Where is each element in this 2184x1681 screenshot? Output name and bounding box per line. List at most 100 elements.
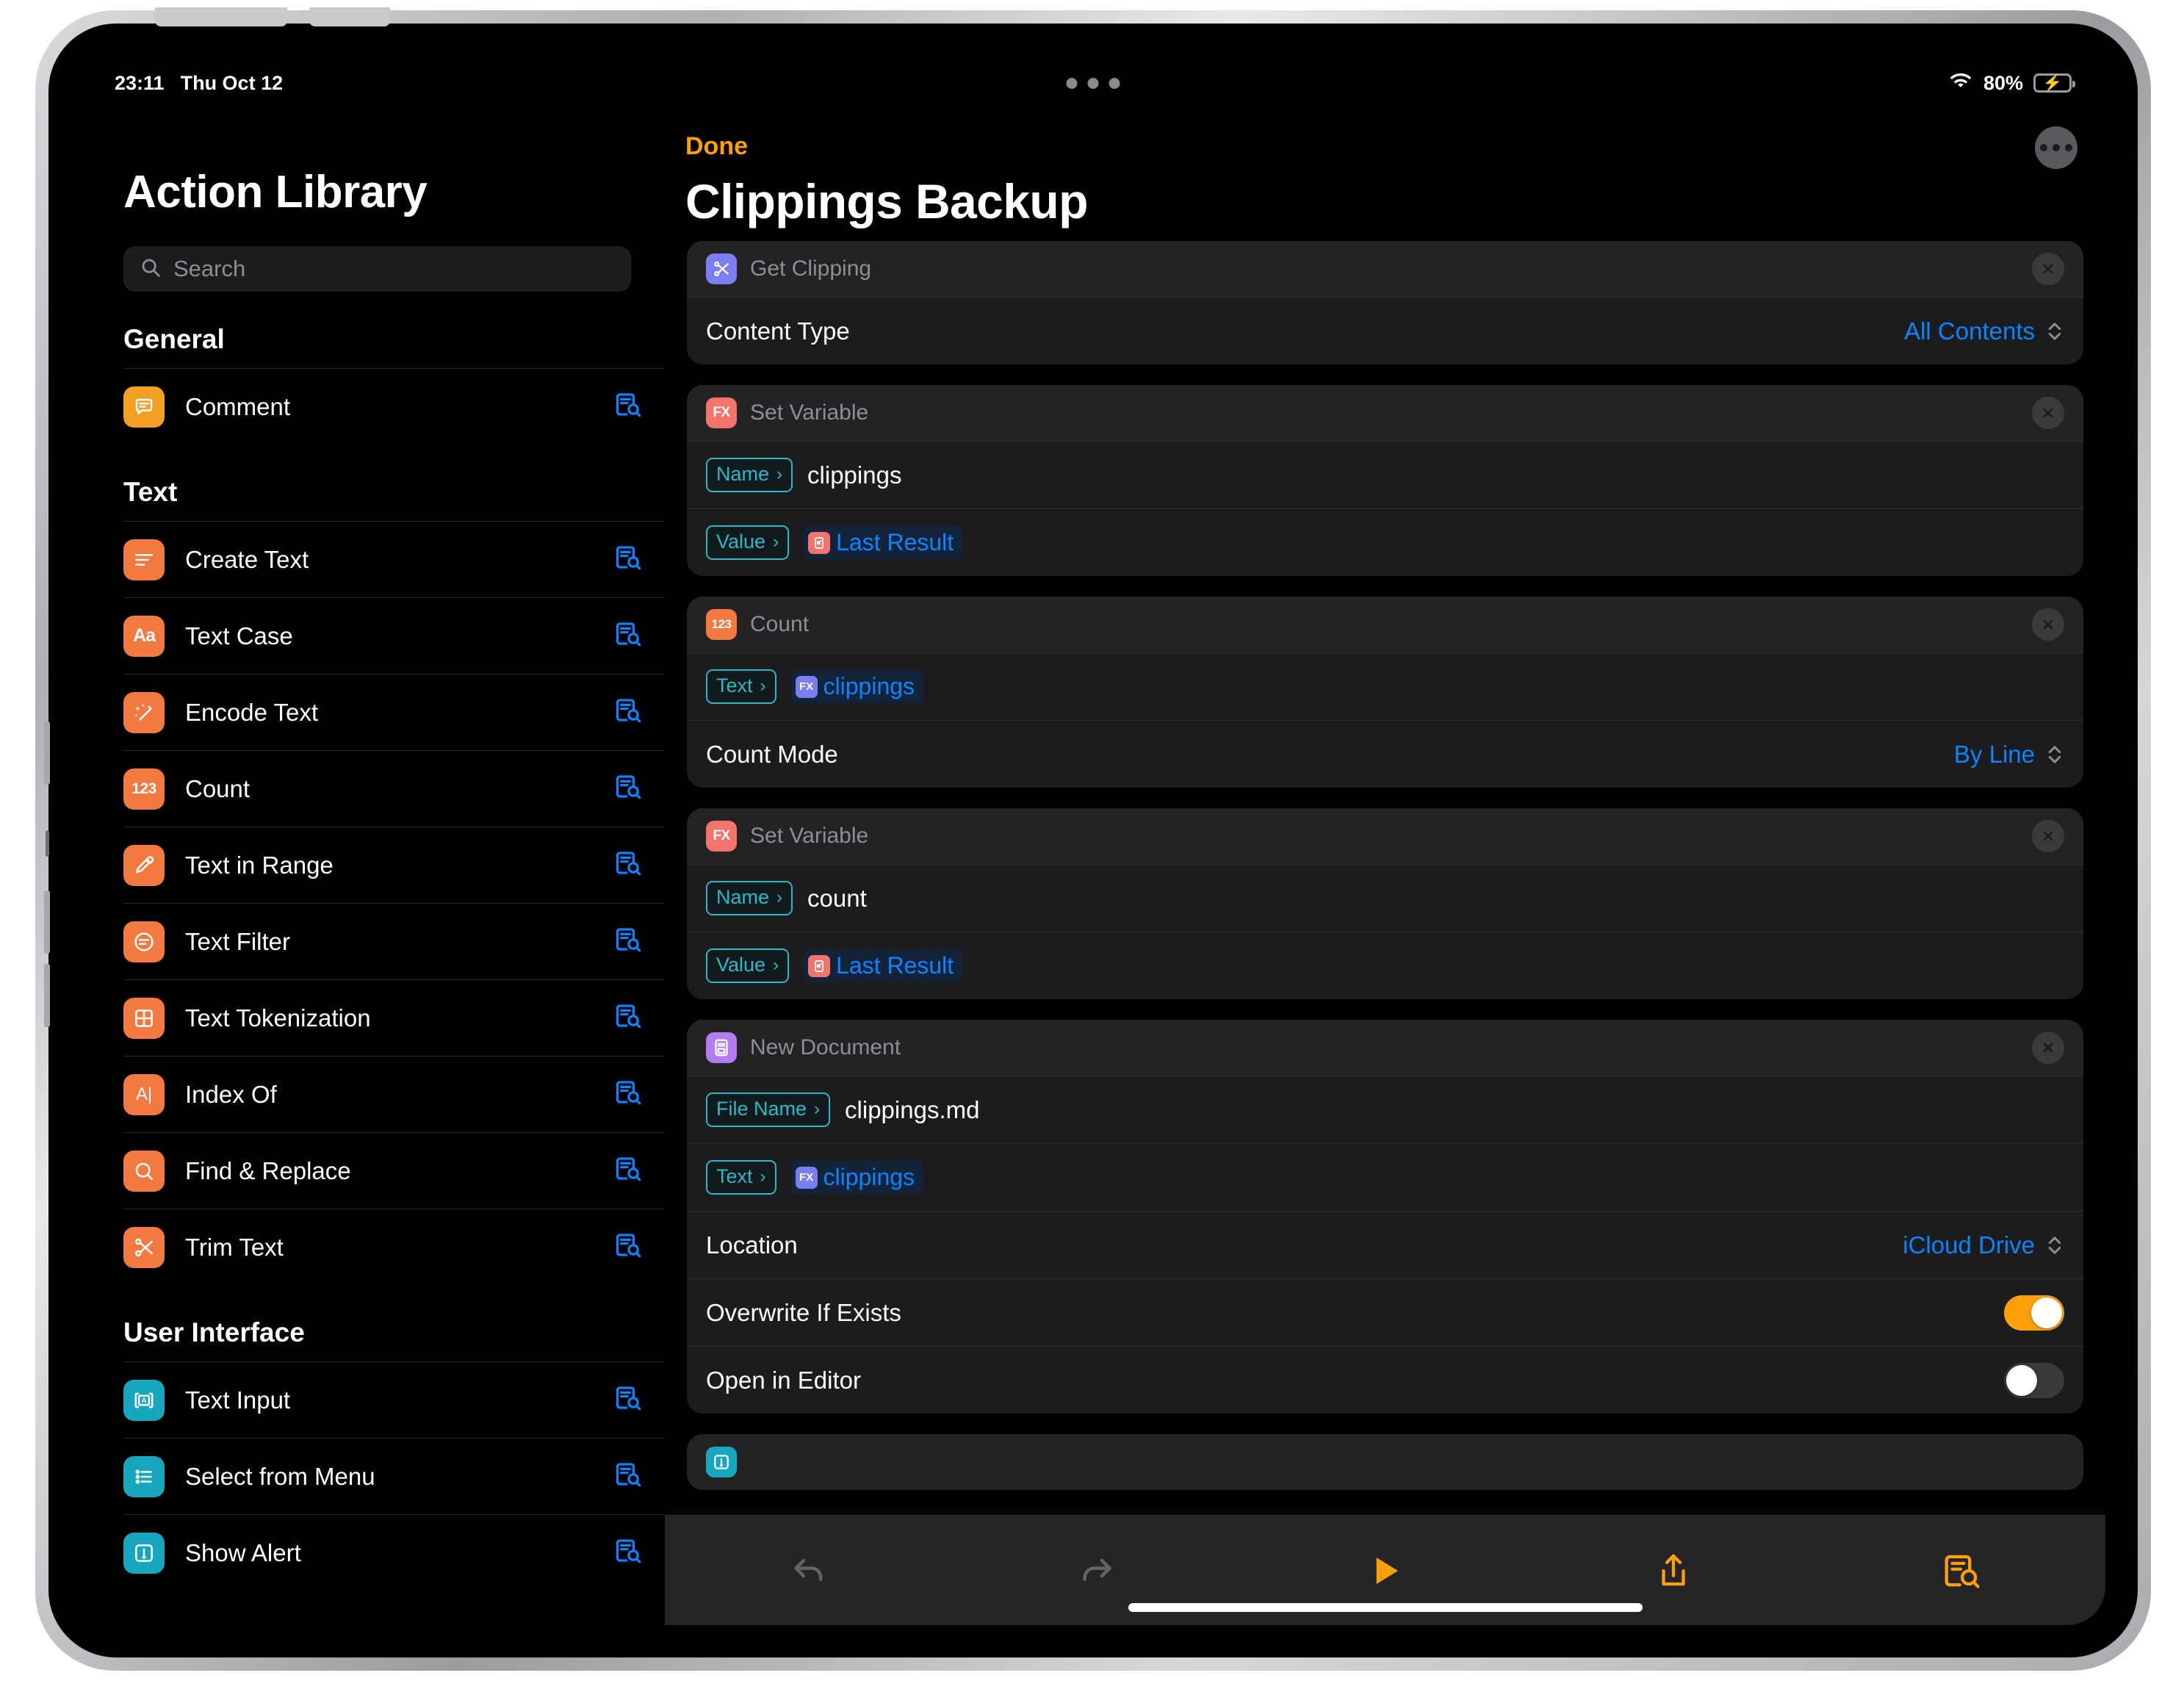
- parameter-row[interactable]: Text › FX clippings: [687, 1143, 2083, 1211]
- close-circle-icon[interactable]: [2032, 397, 2064, 429]
- stepper-chevrons-icon[interactable]: [2045, 1233, 2064, 1258]
- doc-search-icon[interactable]: [613, 1536, 643, 1569]
- redo-button[interactable]: [1053, 1538, 1141, 1604]
- multitasking-dots-button[interactable]: [1066, 77, 1120, 89]
- parameter-value[interactable]: count: [807, 885, 867, 913]
- parameter-value[interactable]: clippings: [807, 461, 901, 489]
- action-card[interactable]: Get Clipping Content Type All Contents: [687, 241, 2083, 364]
- toggle-row[interactable]: Overwrite If Exists: [687, 1278, 2083, 1346]
- variable-chip[interactable]: FX clippings: [790, 670, 924, 703]
- parameter-pill-label: Value: [716, 530, 766, 552]
- run-button[interactable]: [1341, 1538, 1429, 1604]
- sidebar-item-text-tokenization[interactable]: Text Tokenization: [123, 979, 665, 1056]
- variable-chip[interactable]: Last Result: [804, 526, 963, 559]
- picker-row[interactable]: Location iCloud Drive: [687, 1211, 2083, 1278]
- action-card-partial[interactable]: [687, 1434, 2083, 1490]
- sidebar-item-comment[interactable]: Comment: [123, 368, 665, 444]
- stepper-chevrons-icon[interactable]: [2045, 742, 2064, 767]
- sidebar-item-select-from-menu[interactable]: Select from Menu: [123, 1438, 665, 1514]
- parameter-row[interactable]: Value › Last Result: [687, 508, 2083, 576]
- doc-search-icon[interactable]: [613, 1078, 643, 1111]
- parameter-row[interactable]: Name › clippings: [687, 441, 2083, 508]
- library-button[interactable]: [1917, 1538, 2005, 1604]
- doc-search-icon[interactable]: [613, 619, 643, 652]
- picker-row[interactable]: Content Type All Contents: [687, 297, 2083, 364]
- doc-search-icon[interactable]: [613, 1001, 643, 1034]
- toggle-row[interactable]: Open in Editor: [687, 1346, 2083, 1414]
- variable-chip[interactable]: Last Result: [804, 949, 963, 982]
- done-button[interactable]: Done: [685, 132, 748, 161]
- sidebar-item-text-filter[interactable]: Text Filter: [123, 903, 665, 979]
- close-circle-icon[interactable]: [2032, 1032, 2064, 1064]
- sidebar-item-trim-text[interactable]: Trim Text: [123, 1209, 665, 1285]
- action-card[interactable]: 123 Count Text › FX clippings Count Mode By Lin…: [687, 597, 2083, 788]
- search-input[interactable]: Search: [123, 246, 631, 292]
- sidebar-item-text-in-range[interactable]: Text in Range: [123, 827, 665, 903]
- doc-search-icon[interactable]: [613, 925, 643, 958]
- sidebar-item-find-replace[interactable]: Find & Replace: [123, 1132, 665, 1209]
- action-card-header[interactable]: Get Clipping: [687, 241, 2083, 297]
- sidebar-item-count[interactable]: 123 Count: [123, 750, 665, 827]
- variable-chip[interactable]: FX clippings: [790, 1161, 924, 1194]
- doc-search-icon[interactable]: [613, 1460, 643, 1493]
- sidebar-item-text-input[interactable]: A Text Input: [123, 1361, 665, 1438]
- action-card-header[interactable]: 123 Count: [687, 597, 2083, 652]
- parameter-pill[interactable]: Value ›: [706, 525, 790, 560]
- doc-search-icon[interactable]: [613, 849, 643, 882]
- parameter-row[interactable]: Value › Last Result: [687, 932, 2083, 999]
- toggle-switch[interactable]: [2004, 1362, 2064, 1398]
- parameter-pill[interactable]: File Name ›: [706, 1093, 831, 1127]
- parameter-pill[interactable]: Name ›: [706, 458, 793, 492]
- close-circle-icon[interactable]: [2032, 608, 2064, 641]
- parameter-pill-label: File Name: [716, 1098, 807, 1120]
- undo-button[interactable]: [765, 1538, 853, 1604]
- picker-value[interactable]: iCloud Drive: [1903, 1231, 2064, 1259]
- action-card[interactable]: FX Set Variable Name › clippings Value › Last R…: [687, 385, 2083, 576]
- action-card[interactable]: New Document File Name › clippings.md Text › F…: [687, 1020, 2083, 1414]
- action-card[interactable]: FX Set Variable Name › count Value › Last Resul…: [687, 808, 2083, 999]
- doc-search-icon[interactable]: [613, 543, 643, 576]
- status-bar-left: 23:11 Thu Oct 12: [115, 72, 283, 95]
- status-bar: 23:11 Thu Oct 12 80% ⚡: [81, 56, 2105, 110]
- action-card-header[interactable]: New Document: [687, 1020, 2083, 1076]
- doc-search-icon[interactable]: [613, 1154, 643, 1187]
- parameter-row[interactable]: File Name › clippings.md: [687, 1076, 2083, 1143]
- doc-search-icon[interactable]: [613, 1231, 643, 1264]
- action-card-header[interactable]: [687, 1434, 2083, 1490]
- parameter-pill[interactable]: Text ›: [706, 1160, 776, 1195]
- parameter-pill[interactable]: Text ›: [706, 669, 776, 704]
- volume-extra-button[interactable]: [44, 964, 50, 1027]
- volume-down-button[interactable]: [44, 890, 50, 954]
- home-indicator[interactable]: [1128, 1603, 1643, 1612]
- more-dot-1: [2040, 144, 2047, 151]
- volume-up-button[interactable]: [44, 721, 50, 785]
- sidebar-item-encode-text[interactable]: Encode Text: [123, 674, 665, 750]
- parameter-pill[interactable]: Value ›: [706, 949, 790, 983]
- doc-search-icon[interactable]: [613, 1383, 643, 1417]
- sidebar-item-index-of[interactable]: A| Index Of: [123, 1056, 665, 1132]
- toggle-switch[interactable]: [2004, 1295, 2064, 1331]
- share-button[interactable]: [1629, 1538, 1718, 1604]
- parameter-row[interactable]: Text › FX clippings: [687, 652, 2083, 720]
- parameter-row[interactable]: Name › count: [687, 864, 2083, 932]
- action-card-header[interactable]: FX Set Variable: [687, 385, 2083, 441]
- doc-search-icon[interactable]: [613, 696, 643, 729]
- sidebar-item-text-case[interactable]: Aa Text Case: [123, 597, 665, 674]
- chevron-right-icon: ›: [773, 531, 779, 552]
- action-cards-scroll-area[interactable]: Get Clipping Content Type All Contents FX Se…: [665, 241, 2105, 1625]
- picker-value[interactable]: All Contents: [1904, 317, 2064, 345]
- picker-value[interactable]: By Line: [1954, 741, 2064, 768]
- stepper-chevrons-icon[interactable]: [2045, 319, 2064, 344]
- ellipsis-circle-icon[interactable]: [2035, 126, 2077, 169]
- action-card-header[interactable]: FX Set Variable: [687, 808, 2083, 864]
- parameter-pill[interactable]: Name ›: [706, 881, 793, 915]
- device-bezel: 23:11 Thu Oct 12 80% ⚡ Action Library Se…: [44, 7, 2138, 1657]
- parameter-value[interactable]: clippings.md: [845, 1096, 979, 1124]
- doc-search-icon[interactable]: [613, 390, 643, 423]
- sidebar-item-show-alert[interactable]: Show Alert: [123, 1514, 665, 1591]
- picker-row[interactable]: Count Mode By Line: [687, 720, 2083, 788]
- sidebar-item-create-text[interactable]: Create Text: [123, 521, 665, 597]
- close-circle-icon[interactable]: [2032, 820, 2064, 852]
- close-circle-icon[interactable]: [2032, 253, 2064, 285]
- doc-search-icon[interactable]: [613, 772, 643, 805]
